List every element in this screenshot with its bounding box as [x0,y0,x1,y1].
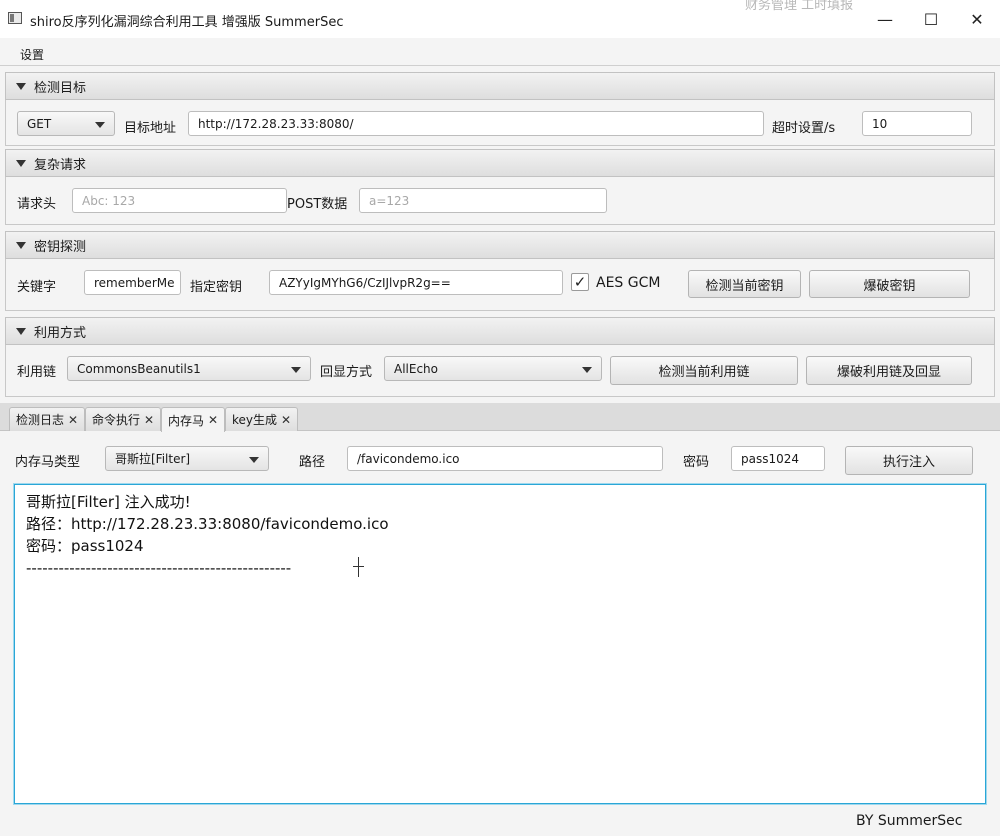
url-input[interactable]: http://172.28.23.33:8080/ [188,111,764,136]
key-label: 指定密钥 [190,280,243,295]
collapse-arrow-icon [16,327,26,335]
password-label: 密码 [683,455,710,470]
chevron-down-icon [249,456,259,463]
path-label: 路径 [299,455,326,470]
tab-memshell[interactable]: 内存马 ✕ [161,407,226,432]
window-title: shiro反序列化漏洞综合利用工具 增强版 SummerSec [30,15,344,30]
footer-credit: BY SummerSec [856,813,963,829]
aes-gcm-label: AES GCM [596,275,661,291]
chain-value: CommonsBeanutils1 [77,361,201,376]
post-label: POST数据 [287,197,348,212]
output-line: 密码：pass1024 [26,537,144,555]
echo-select[interactable]: AllEcho [384,356,602,381]
close-icon[interactable]: ✕ [208,413,218,427]
header-label: 请求头 [17,197,57,212]
close-icon[interactable]: ✕ [68,413,78,427]
post-data-input[interactable]: a=123 [359,188,607,213]
timeout-label: 超时设置/s [772,121,836,136]
path-input[interactable]: /favicondemo.ico [347,446,663,471]
chevron-down-icon [291,366,301,373]
tab-label: 命令执行 [92,413,141,427]
output-line: 路径：http://172.28.23.33:8080/favicondemo.… [26,515,389,533]
close-icon[interactable]: ✕ [144,413,154,427]
key-input[interactable]: AZYyIgMYhG6/CzIJlvpR2g== [269,270,563,295]
tab-key-gen[interactable]: key生成 ✕ [225,407,299,431]
memshell-type-label: 内存马类型 [15,455,81,470]
inject-button[interactable]: 执行注入 [845,446,973,475]
minimize-button[interactable]: — [862,0,908,38]
output-line: 哥斯拉[Filter] 注入成功! [26,493,191,511]
section-title: 密钥探测 [34,239,87,255]
output-textarea[interactable]: 哥斯拉[Filter] 注入成功! 路径：http://172.28.23.33… [14,484,986,804]
memshell-type-value: 哥斯拉[Filter] [115,452,191,466]
section-header-complex[interactable]: 复杂请求 [5,149,995,177]
chevron-down-icon [95,121,105,128]
tab-label: key生成 [232,413,278,427]
header-input[interactable]: Abc: 123 [72,188,287,213]
section-header-target[interactable]: 检测目标 [5,72,995,100]
section-header-key[interactable]: 密钥探测 [5,231,995,259]
collapse-arrow-icon [16,82,26,90]
section-title: 利用方式 [34,325,87,341]
menu-bar [0,38,1000,66]
close-icon[interactable]: ✕ [281,413,291,427]
tab-label: 内存马 [168,413,205,428]
section-title: 检测目标 [34,80,87,96]
check-key-button[interactable]: 检测当前密钥 [688,270,801,298]
tab-label: 检测日志 [16,413,65,427]
brute-key-button[interactable]: 爆破密钥 [809,270,970,298]
tab-detect-log[interactable]: 检测日志 ✕ [9,407,86,431]
url-label: 目标地址 [124,121,177,136]
check-chain-button[interactable]: 检测当前利用链 [610,356,798,385]
background-window-text: 财务管理 工时填报 [745,0,854,13]
memshell-type-select[interactable]: 哥斯拉[Filter] [105,446,269,471]
keyword-input[interactable]: rememberMe [84,270,181,295]
timeout-input[interactable]: 10 [862,111,972,136]
collapse-arrow-icon [16,159,26,167]
text-cursor-icon [353,557,364,577]
password-input[interactable]: pass1024 [731,446,825,471]
aes-gcm-checkbox[interactable]: ✓ [571,273,589,291]
menu-settings[interactable]: 设置 [20,46,44,63]
tab-command-exec[interactable]: 命令执行 ✕ [85,407,162,431]
echo-value: AllEcho [394,361,439,376]
section-title: 复杂请求 [34,157,87,173]
chain-label: 利用链 [17,365,57,380]
method-select[interactable]: GET [17,111,115,136]
chain-select[interactable]: CommonsBeanutils1 [67,356,311,381]
echo-label: 回显方式 [320,365,373,380]
app-icon [8,12,22,24]
checkmark-icon: ✓ [573,273,587,291]
collapse-arrow-icon [16,241,26,249]
close-button[interactable]: ✕ [954,0,1000,38]
chevron-down-icon [582,366,592,373]
output-line: ----------------------------------------… [26,559,292,577]
maximize-button[interactable]: ☐ [908,0,954,38]
brute-chain-button[interactable]: 爆破利用链及回显 [806,356,972,385]
keyword-label: 关键字 [17,280,57,295]
method-value: GET [27,116,52,131]
section-header-exploit[interactable]: 利用方式 [5,317,995,345]
